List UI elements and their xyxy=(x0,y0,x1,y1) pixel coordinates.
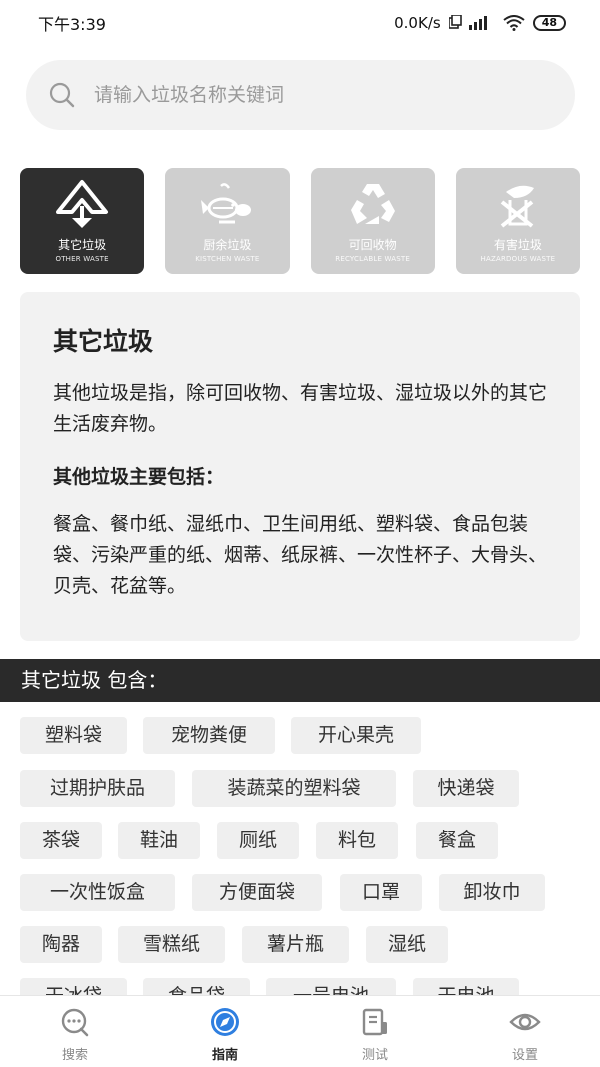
tag-item[interactable]: 装蔬菜的塑料袋 xyxy=(192,770,396,807)
status-bar: 下午3:39 0.0K/s 48 xyxy=(0,0,600,46)
category-recyclable[interactable]: 可回收物 RECYCLABLE WASTE xyxy=(310,168,435,274)
status-time: 下午3:39 xyxy=(38,15,106,34)
search-input[interactable] xyxy=(94,84,534,106)
info-includes-list: 餐盒、餐巾纸、湿纸巾、卫生间用纸、塑料袋、食品包装袋、污染严重的纸、烟蒂、纸尿裤… xyxy=(53,513,548,597)
category-label: 其它垃圾 xyxy=(58,238,107,252)
tag-item[interactable]: 一次性饭盒 xyxy=(20,874,175,911)
tag-item[interactable]: 口罩 xyxy=(340,874,422,911)
search-icon xyxy=(49,82,75,108)
category-info-card: 其它垃圾 其他垃圾是指，除可回收物、有害垃圾、湿垃圾以外的其它生活废弃物。 其他… xyxy=(20,292,580,641)
category-hazardous[interactable]: 有害垃圾 HAZARDOUS WASTE xyxy=(455,168,580,274)
signal-icon xyxy=(448,15,487,30)
tag-item[interactable]: 塑料袋 xyxy=(20,717,127,754)
nav-label: 测试 xyxy=(361,1048,388,1063)
category-label: 厨余垃圾 xyxy=(203,238,252,252)
tag-item[interactable]: 宠物粪便 xyxy=(143,717,275,754)
nav-label: 设置 xyxy=(511,1048,538,1063)
tag-item[interactable]: 薯片瓶 xyxy=(242,926,349,963)
nav-label: 搜索 xyxy=(61,1048,88,1063)
test-doc-icon xyxy=(362,1008,387,1036)
category-label: 可回收物 xyxy=(348,238,397,252)
tag-item[interactable]: 开心果壳 xyxy=(291,717,421,754)
status-right: 0.0K/s 48 xyxy=(394,14,566,32)
bottom-nav: 搜索 指南 测试 设置 xyxy=(0,995,600,1067)
chat-search-icon xyxy=(61,1008,89,1037)
tag-item[interactable]: 茶袋 xyxy=(20,822,102,859)
tag-item[interactable]: 快递袋 xyxy=(413,770,519,807)
battery-indicator: 48 xyxy=(532,15,566,31)
category-label-en: OTHER WASTE xyxy=(55,255,109,263)
category-label-en: KISTCHEN WASTE xyxy=(195,255,260,263)
info-includes-title: 其他垃圾主要包括： xyxy=(53,466,225,488)
search-bar[interactable] xyxy=(26,60,575,130)
tag-item[interactable]: 料包 xyxy=(316,822,398,859)
tag-item[interactable]: 方便面袋 xyxy=(192,874,322,911)
tag-item[interactable]: 餐盒 xyxy=(416,822,498,859)
hazardous-icon xyxy=(500,185,534,228)
category-other-waste[interactable]: 其它垃圾 OTHER WASTE xyxy=(20,168,145,274)
info-title: 其它垃圾 xyxy=(53,327,154,356)
kitchen-waste-icon xyxy=(201,183,252,224)
tag-item[interactable]: 卸妆巾 xyxy=(439,874,545,911)
nav-search[interactable]: 搜索 xyxy=(0,996,150,1067)
category-label-en: RECYCLABLE WASTE xyxy=(335,255,410,263)
network-speed: 0.0K/s xyxy=(394,14,441,32)
nav-test[interactable]: 测试 xyxy=(300,996,450,1067)
nav-guide[interactable]: 指南 xyxy=(150,996,300,1067)
category-label: 有害垃圾 xyxy=(493,238,542,252)
settings-eye-icon xyxy=(509,1013,541,1031)
other-waste-icon xyxy=(56,180,109,228)
compass-icon xyxy=(211,1008,239,1036)
tag-item[interactable]: 湿纸 xyxy=(366,926,448,963)
tag-item[interactable]: 陶器 xyxy=(20,926,102,963)
nav-settings[interactable]: 设置 xyxy=(450,996,600,1067)
category-kitchen-waste[interactable]: 厨余垃圾 KISTCHEN WASTE xyxy=(165,168,290,274)
info-description: 其他垃圾是指，除可回收物、有害垃圾、湿垃圾以外的其它生活废弃物。 xyxy=(53,382,548,435)
wifi-icon xyxy=(503,15,525,31)
tag-item[interactable]: 鞋油 xyxy=(118,822,200,859)
tag-item[interactable]: 厕纸 xyxy=(217,822,299,859)
tag-item[interactable]: 过期护肤品 xyxy=(20,770,175,807)
section-header: 其它垃圾 包含： xyxy=(0,659,600,702)
category-label-en: HAZARDOUS WASTE xyxy=(480,255,556,263)
category-tabs: 其它垃圾 OTHER WASTE 厨余垃圾 KISTCHEN WASTE 可回收… xyxy=(20,168,580,274)
item-tags: 塑料袋 宠物粪便 开心果壳 过期护肤品 装蔬菜的塑料袋 快递袋 茶袋 鞋油 厕纸… xyxy=(20,717,580,997)
tag-item[interactable]: 雪糕纸 xyxy=(118,926,225,963)
nav-label: 指南 xyxy=(211,1048,238,1063)
recycle-icon xyxy=(350,184,395,224)
